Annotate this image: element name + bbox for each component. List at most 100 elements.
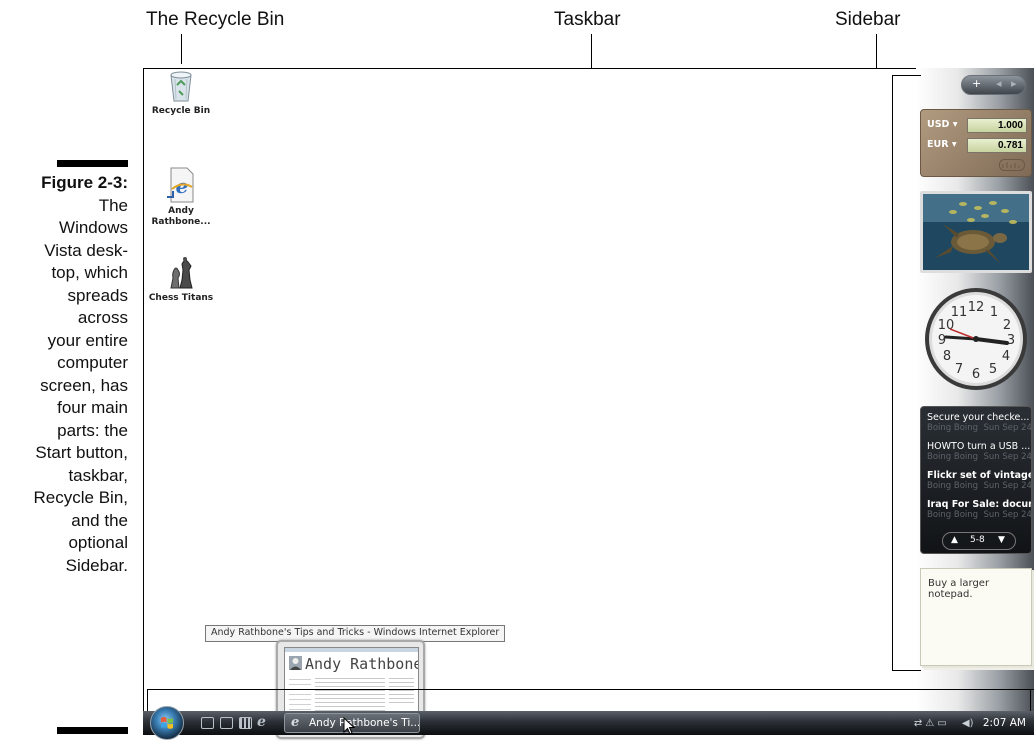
internet-explorer-quicklaunch-icon[interactable]: e <box>257 714 266 730</box>
show-desktop-icon[interactable] <box>201 717 214 729</box>
caption-line: Vista desk- <box>44 240 128 260</box>
security-icon[interactable]: ⚠ <box>925 718 937 729</box>
caption-line: top, which <box>51 263 128 282</box>
tray-icons[interactable]: ⇄⚠▭ <box>914 718 956 729</box>
windows-logo-icon <box>161 717 173 729</box>
caption-line: optional <box>68 533 128 552</box>
clock-numeral: 5 <box>989 362 997 377</box>
chess-icon <box>170 257 193 289</box>
feed-headlines-gadget[interactable]: Secure your checke... Boing Boing Sun Se… <box>920 406 1032 554</box>
currency-gadget[interactable]: USD ▾ 1.000 EUR ▾ 0.781 <box>920 109 1032 177</box>
taskbar-button-label: Andy Rathbone's Ti... <box>309 717 420 729</box>
caption-top-rule <box>57 160 128 167</box>
caption-line: four main <box>57 398 128 417</box>
feed-item-title: Flickr set of vintage ... <box>927 470 1031 481</box>
clock-numeral: 1 <box>990 305 998 320</box>
desktop-icon-label: Recycle Bin <box>151 106 211 116</box>
clock-numeral: 10 <box>938 318 955 333</box>
callout-recycle-bin: The Recycle Bin <box>146 9 285 30</box>
sidebar-bracket-vertical <box>892 75 893 670</box>
caption-line: screen, has <box>40 375 128 395</box>
feed-item[interactable]: HOWTO turn a USB ... Boing Boing Sun Sep… <box>927 441 1032 462</box>
calculator-icon[interactable] <box>239 717 252 729</box>
feed-item[interactable]: Secure your checke... Boing Boing Sun Se… <box>927 412 1032 433</box>
recycle-bin-leader-line <box>181 34 182 64</box>
feed-item-title: Iraq For Sale: docum... <box>927 499 1031 510</box>
taskbar-bracket-right <box>1030 689 1031 711</box>
clock-numeral: 7 <box>955 362 963 377</box>
taskbar: e e Andy Rathbone's Ti... ⇄⚠▭ ◀) 2:07 AM <box>143 706 1034 740</box>
feed-item-meta: Boing Boing Sun Sep 24 <box>927 423 1032 433</box>
caption-line: computer <box>57 353 128 372</box>
feed-item-source: Boing Boing <box>927 452 979 462</box>
feed-item-source: Boing Boing <box>927 423 979 433</box>
feed-item-date: Sun Sep 24 <box>983 452 1032 462</box>
caption-line: The <box>98 195 128 215</box>
currency-row: USD ▾ 1.000 <box>927 118 1027 133</box>
feed-item-date: Sun Sep 24 <box>983 423 1032 433</box>
feed-item-meta: Boing Boing Sun Sep 24 <box>927 510 1032 520</box>
internet-explorer-icon: e <box>291 715 300 730</box>
slideshow-gadget[interactable] <box>920 191 1032 273</box>
sidebar: + ◂ ▸ USD ▾ 1.000 EUR ▾ 0.781 12 1 2 3 4… <box>916 68 1034 711</box>
system-tray: ⇄⚠▭ ◀) 2:07 AM <box>914 711 1026 735</box>
switch-windows-icon[interactable] <box>220 717 233 729</box>
thumbnail-toolbar <box>285 648 418 652</box>
prev-gadget-icon[interactable]: ◂ <box>996 77 1002 90</box>
feed-item-date: Sun Sep 24 <box>983 510 1032 520</box>
feed-item-title: Secure your checke... <box>927 412 1030 423</box>
caption-line: Start button, <box>35 443 128 462</box>
desktop-icon-chess-titans[interactable]: Chess Titans <box>146 256 216 304</box>
desktop-icon-label: Andy Rathbone... <box>151 206 211 227</box>
desktop-icon-ie-shortcut[interactable]: e Andy Rathbone... <box>146 167 216 228</box>
internet-explorer-icon: e <box>167 167 194 203</box>
mouse-cursor-icon <box>343 717 355 735</box>
power-icon[interactable]: ▭ <box>937 718 949 729</box>
desktop-icon-recycle-bin[interactable]: Recycle Bin <box>146 69 216 117</box>
currency-code-select[interactable]: EUR ▾ <box>927 139 957 150</box>
currency-value[interactable]: 1.000 <box>967 118 1027 133</box>
feed-item-title: HOWTO turn a USB ... <box>927 441 1031 452</box>
clock-numeral: 12 <box>968 300 985 315</box>
volume-icon[interactable]: ◀) <box>962 718 974 729</box>
network-icon[interactable]: ⇄ <box>914 718 925 729</box>
currency-value[interactable]: 0.781 <box>967 138 1027 153</box>
taskbar-clock[interactable]: 2:07 AM <box>983 717 1026 729</box>
feed-item-source: Boing Boing <box>927 481 979 491</box>
feed-item[interactable]: Flickr set of vintage ... Boing Boing Su… <box>927 470 1032 491</box>
next-gadget-icon[interactable]: ▸ <box>1011 77 1017 90</box>
author-portrait-icon <box>289 656 302 670</box>
caption-line: parts: the <box>57 420 128 440</box>
caption-line: spreads <box>67 285 128 305</box>
currency-code-select[interactable]: USD ▾ <box>927 119 958 130</box>
caption-line: and the <box>71 510 128 530</box>
caption-bottom-rule <box>57 727 128 734</box>
recycle-bin-icon <box>170 71 192 102</box>
callout-taskbar: Taskbar <box>554 9 621 30</box>
currency-row: EUR ▾ 0.781 <box>927 138 1027 153</box>
notes-gadget[interactable]: Buy a larger notepad. <box>920 568 1032 666</box>
thumbnail-heading: Andy Rathbone <box>305 655 419 673</box>
taskbar-bracket-top <box>147 689 1034 690</box>
clock-gadget[interactable]: 12 1 2 3 4 5 6 7 8 9 10 11 <box>920 287 1032 391</box>
add-gadget-icon[interactable]: + <box>972 77 981 90</box>
clock-numeral: 6 <box>972 367 980 382</box>
caption-line: across <box>77 308 128 327</box>
clock-numeral: 2 <box>1003 318 1011 333</box>
figure-caption: Figure 2-3: The Windows Vista desk- top,… <box>0 172 128 577</box>
feed-up-button[interactable]: ▲ <box>951 535 958 545</box>
currency-graph-icon[interactable] <box>999 159 1025 171</box>
callout-sidebar: Sidebar <box>835 9 901 30</box>
feed-item[interactable]: Iraq For Sale: docum... Boing Boing Sun … <box>927 499 1032 520</box>
feed-item-meta: Boing Boing Sun Sep 24 <box>927 481 1032 491</box>
caption-title: Figure 2-3: <box>41 173 128 192</box>
feed-down-button[interactable]: ▼ <box>998 535 1005 545</box>
clock-numeral: 9 <box>938 333 946 348</box>
note-text[interactable]: Buy a larger notepad. <box>928 578 1018 600</box>
caption-line: Recycle Bin, <box>33 488 128 507</box>
sea-turtle-photo <box>923 194 1029 270</box>
sidebar-bracket-bottom <box>892 670 921 671</box>
clock-numeral: 11 <box>951 305 968 320</box>
clock-numeral: 4 <box>1002 349 1010 364</box>
sidebar-bracket-top <box>892 75 921 76</box>
